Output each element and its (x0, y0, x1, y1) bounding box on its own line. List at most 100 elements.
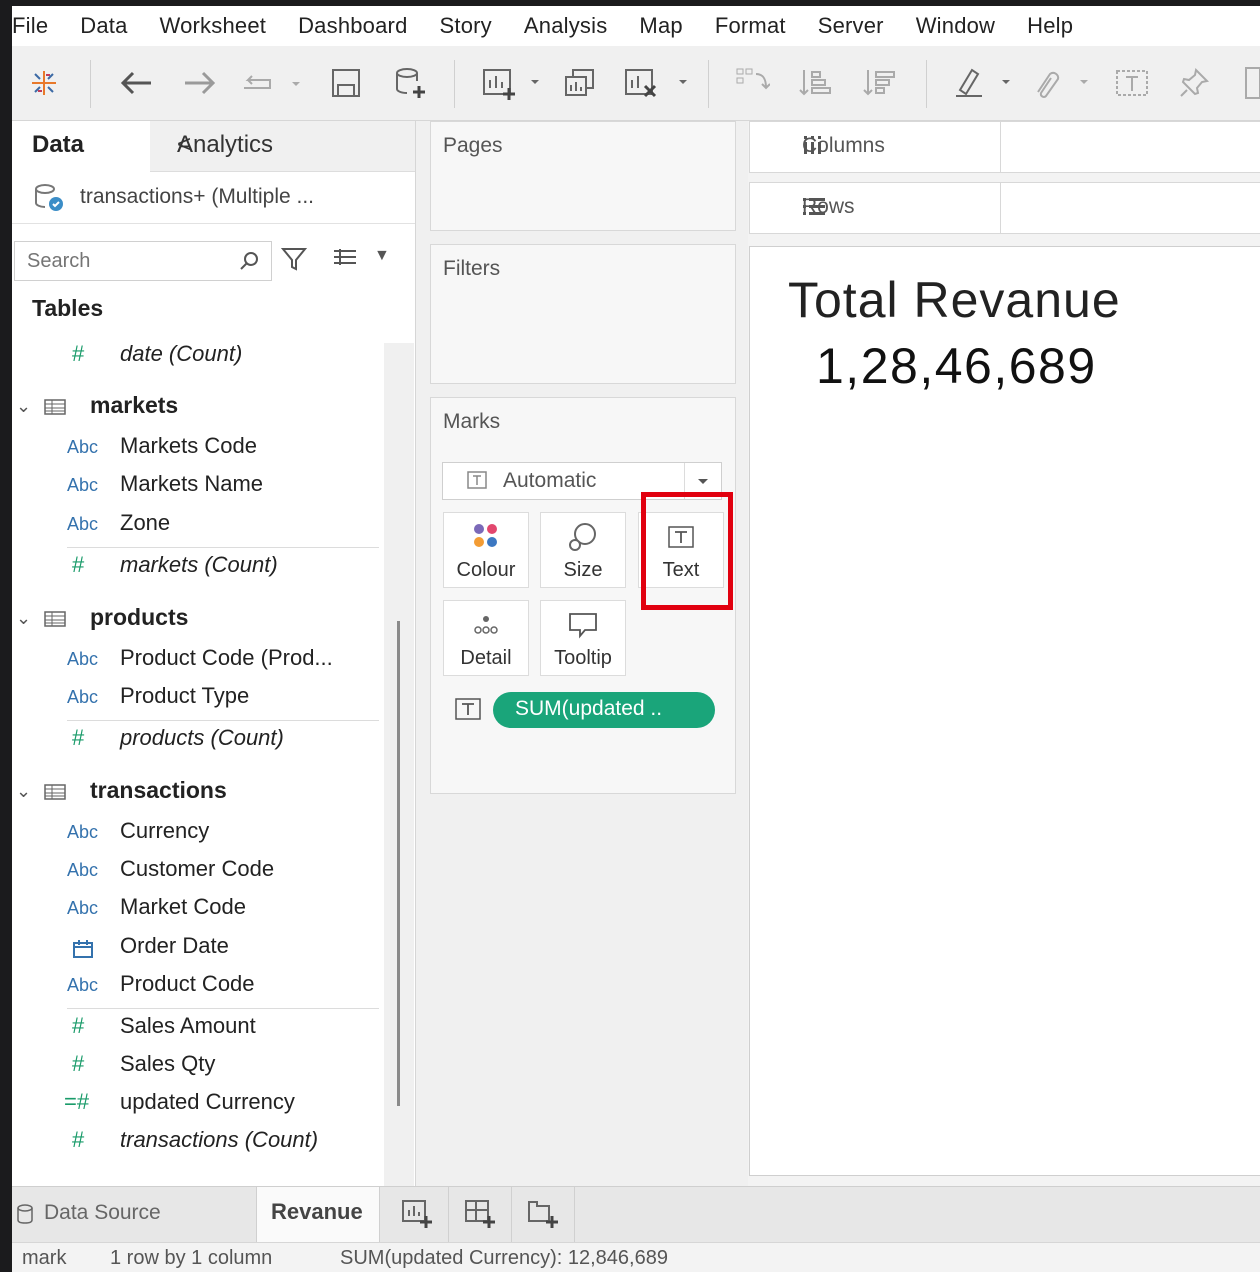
back-arrow-icon[interactable] (116, 64, 156, 102)
table-group-transactions[interactable]: ⌄ transactions (12, 775, 382, 813)
status-sum: SUM(updated Currency): 12,846,689 (340, 1247, 668, 1269)
field-markets-code[interactable]: Abc Markets Code (12, 429, 382, 467)
colour-button[interactable]: Colour (443, 512, 529, 588)
size-button[interactable]: Size (540, 512, 626, 588)
group-paperclip-icon[interactable] (1028, 64, 1092, 102)
colour-label: Colour (456, 559, 516, 581)
field-product-code-prod[interactable]: Abc Product Code (Prod... (12, 641, 382, 679)
scrollbar-thumb[interactable] (397, 621, 400, 1106)
menu-dashboard[interactable]: Dashboard (298, 13, 407, 39)
more-toolbar-icon[interactable] (1240, 64, 1260, 102)
menu-file[interactable]: File (12, 13, 48, 39)
menu-format[interactable]: Format (715, 13, 786, 39)
field-sales-qty[interactable]: # Sales Qty (12, 1047, 382, 1085)
measure-icon: # (76, 1089, 90, 1114)
field-date-count[interactable]: # date (Count) (12, 337, 382, 375)
field-customer-code[interactable]: Abc Customer Code (12, 852, 382, 890)
filters-title: Filters (443, 257, 501, 280)
field-markets-count[interactable]: # markets (Count) (12, 548, 382, 586)
pin-icon[interactable] (1172, 64, 1216, 102)
data-source-tab[interactable]: Data Source (12, 1187, 257, 1243)
sum-updated-currency-pill[interactable]: SUM(updated .. (493, 692, 715, 728)
field-zone[interactable]: Abc Zone (12, 506, 382, 544)
field-product-type[interactable]: Abc Product Type (12, 679, 382, 717)
table-group-markets[interactable]: ⌄ markets (12, 390, 382, 428)
menu-map[interactable]: Map (639, 13, 682, 39)
swap-rows-columns-icon[interactable] (730, 64, 774, 102)
columns-shelf[interactable]: Columns (749, 121, 1260, 173)
tab-analytics[interactable]: Analytics < (150, 121, 415, 172)
database-icon (16, 1203, 34, 1231)
new-story-tab-button[interactable] (512, 1187, 575, 1243)
forward-arrow-icon[interactable] (180, 64, 220, 102)
field-currency[interactable]: Abc Currency (12, 814, 382, 852)
new-datasource-icon[interactable] (390, 64, 430, 102)
tab-data[interactable]: Data (12, 121, 151, 171)
columns-title: Columns (802, 134, 885, 157)
search-input[interactable] (25, 248, 229, 274)
text-mark-icon (455, 698, 481, 725)
list-view-icon[interactable] (332, 247, 358, 274)
filter-icon[interactable] (280, 245, 308, 278)
field-label: Product Code (120, 971, 255, 996)
data-pane: Data Analytics < transactions+ (Multiple… (12, 121, 416, 1186)
search-icon[interactable] (239, 250, 261, 277)
save-icon[interactable] (326, 64, 366, 102)
rows-shelf[interactable]: Rows (749, 182, 1260, 234)
measure-icon: # (72, 1013, 85, 1038)
worksheet-view[interactable]: Total Revanue 1,28,46,689 (749, 246, 1260, 1176)
field-updated-currency[interactable]: =# updated Currency (12, 1085, 382, 1123)
table-icon (44, 784, 66, 805)
search-row: ▼ (12, 239, 415, 283)
string-type-icon: Abc (67, 649, 99, 669)
field-label: Product Type (120, 683, 250, 708)
data-pane-tabs: Data Analytics < (12, 121, 415, 172)
highlight-icon[interactable] (952, 64, 1012, 102)
menu-help[interactable]: Help (1027, 13, 1073, 39)
field-market-code[interactable]: Abc Market Code (12, 890, 382, 928)
menu-server[interactable]: Server (818, 13, 884, 39)
field-products-count[interactable]: # products (Count) (12, 721, 382, 759)
menu-worksheet[interactable]: Worksheet (160, 13, 267, 39)
field-markets-name[interactable]: Abc Markets Name (12, 467, 382, 505)
new-worksheet-tab-button[interactable] (386, 1187, 449, 1243)
chevron-down-icon[interactable]: ▼ (374, 247, 390, 265)
clear-sheet-icon[interactable] (618, 64, 698, 102)
filters-shelf[interactable]: Filters (430, 244, 736, 384)
field-label: Markets Name (120, 471, 264, 496)
field-sales-amount[interactable]: # Sales Amount (12, 1009, 382, 1047)
menu-story[interactable]: Story (440, 13, 492, 39)
field-product-code[interactable]: Abc Product Code (12, 967, 382, 1005)
tooltip-button[interactable]: Tooltip (540, 600, 626, 676)
tooltip-icon (541, 611, 625, 639)
pages-shelf[interactable]: Pages (430, 121, 736, 231)
field-label: Market Code (120, 894, 246, 919)
field-transactions-count[interactable]: # transactions (Count) (12, 1123, 382, 1161)
sort-ascending-icon[interactable] (794, 64, 838, 102)
replay-icon[interactable] (240, 64, 300, 102)
show-mark-labels-icon[interactable] (1110, 64, 1154, 102)
measure-icon: # (72, 1051, 85, 1076)
new-worksheet-icon[interactable] (476, 64, 556, 102)
menu-window[interactable]: Window (916, 13, 995, 39)
tableau-logo-icon[interactable] (24, 64, 64, 102)
measure-icon: # (72, 341, 85, 366)
chevron-down-icon[interactable]: ⌄ (16, 781, 31, 802)
collapse-pane-icon[interactable]: < (177, 131, 399, 159)
menu-data[interactable]: Data (80, 13, 127, 39)
chevron-down-icon[interactable]: ⌄ (16, 608, 31, 629)
datasource-selector[interactable]: transactions+ (Multiple ... (12, 171, 415, 224)
duplicate-sheet-icon[interactable] (560, 64, 600, 102)
new-dashboard-tab-button[interactable] (449, 1187, 512, 1243)
field-label: products (Count) (120, 725, 284, 750)
detail-button[interactable]: Detail (443, 600, 529, 676)
field-label: Markets Code (120, 433, 257, 458)
chevron-down-icon[interactable]: ⌄ (16, 396, 31, 417)
field-label: Sales Amount (120, 1013, 256, 1038)
menu-analysis[interactable]: Analysis (524, 13, 608, 39)
sort-descending-icon[interactable] (858, 64, 902, 102)
sheet-tab-revanue[interactable]: Revanue (257, 1187, 380, 1243)
field-order-date[interactable]: Order Date (12, 929, 382, 967)
table-group-products[interactable]: ⌄ products (12, 602, 382, 640)
total-revenue-value[interactable]: 1,28,46,689 (816, 337, 1097, 395)
